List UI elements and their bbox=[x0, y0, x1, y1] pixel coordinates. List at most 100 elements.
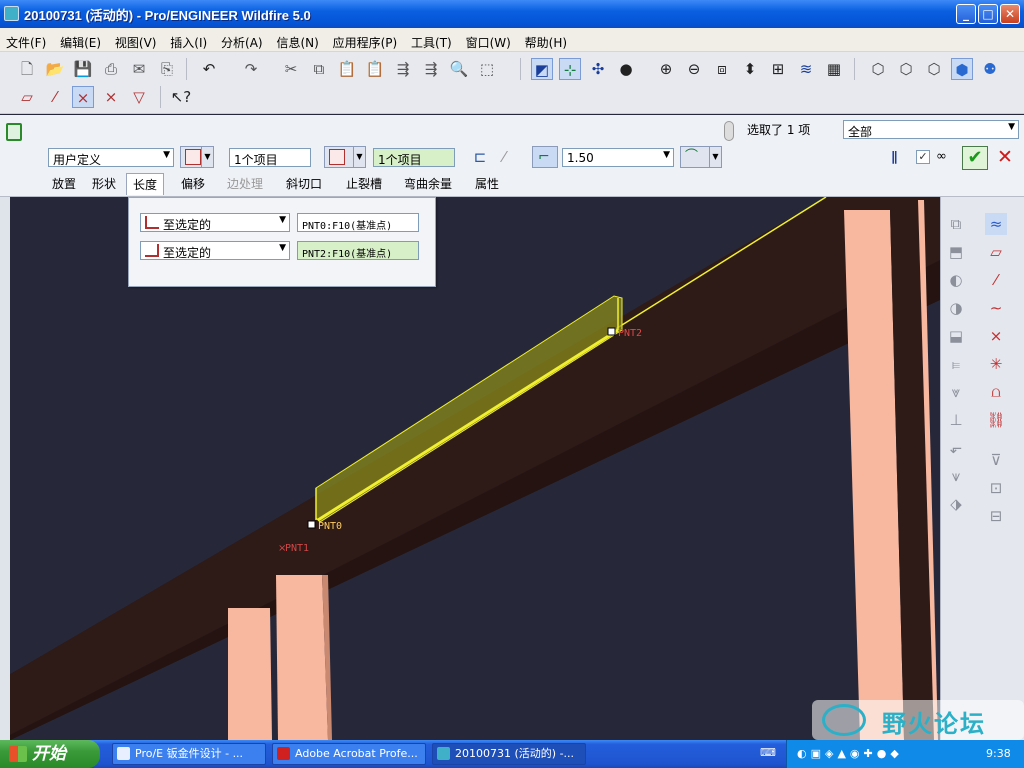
preview-checkbox[interactable]: ✓ bbox=[916, 150, 930, 164]
paste-special-icon[interactable]: 📋 bbox=[364, 58, 386, 80]
menu-view[interactable]: 视图(V) bbox=[109, 28, 161, 51]
side1-items-field[interactable]: 1个项目 bbox=[229, 148, 311, 167]
side1-length-button[interactable]: ▼ bbox=[180, 146, 214, 168]
undo-icon[interactable]: ↶ bbox=[198, 58, 220, 80]
punch-icon[interactable]: ⊡ bbox=[985, 477, 1007, 499]
model-tree-icon[interactable]: ⚉ bbox=[979, 58, 1001, 80]
form-icon[interactable]: ⊟ bbox=[985, 505, 1007, 527]
csys-icon[interactable]: ✳ bbox=[985, 353, 1007, 375]
print-icon[interactable]: ⎙ bbox=[100, 58, 122, 80]
tab-shape[interactable]: 形状 bbox=[86, 173, 122, 193]
corner-relief-icon[interactable]: ⬗ bbox=[945, 493, 967, 515]
cut-icon[interactable]: ✂ bbox=[280, 58, 302, 80]
add-bend-button[interactable]: ⌐ bbox=[532, 146, 558, 168]
task-acrobat[interactable]: Adobe Acrobat Profe... bbox=[272, 743, 426, 765]
save-icon[interactable]: 💾 bbox=[72, 58, 94, 80]
tab-placement[interactable]: 放置 bbox=[46, 173, 82, 193]
extend-icon[interactable]: ⊥ bbox=[945, 409, 967, 431]
analysis-feature-icon[interactable]: ⩍ bbox=[985, 381, 1007, 403]
appearance-icon[interactable]: ● bbox=[615, 58, 637, 80]
copy-icon[interactable]: ⧉ bbox=[308, 58, 330, 80]
bend-radius-select[interactable]: 1.50 ▼ bbox=[562, 148, 674, 167]
datum-axis-icon[interactable]: ⁄ bbox=[985, 269, 1007, 291]
annotation-display-icon[interactable]: ▽ bbox=[128, 86, 150, 108]
sketch-icon[interactable]: ≈ bbox=[985, 213, 1007, 235]
flat-wall-icon[interactable]: ⫢ bbox=[945, 353, 967, 375]
tab-miter-cuts[interactable]: 斜切口 bbox=[280, 173, 328, 193]
tab-relief[interactable]: 止裂槽 bbox=[340, 173, 388, 193]
send-link-icon[interactable]: ⎘ bbox=[156, 58, 178, 80]
tab-properties[interactable]: 属性 bbox=[469, 173, 505, 193]
tab-offset[interactable]: 偏移 bbox=[175, 173, 211, 193]
maximize-button[interactable]: □ bbox=[978, 4, 998, 24]
bend-back-icon[interactable]: ⩛ bbox=[945, 465, 967, 487]
repaint-icon[interactable]: ◩ bbox=[531, 58, 553, 80]
flange-icon[interactable]: ⩔ bbox=[945, 381, 967, 403]
side2-length-type-select[interactable]: 至选定的 ▼ bbox=[140, 241, 290, 260]
saved-views-icon[interactable]: ⊞ bbox=[767, 58, 789, 80]
wireframe-icon[interactable]: ⬡ bbox=[867, 58, 889, 80]
task-proe-doc[interactable]: Pro/E 钣金件设计 - ... bbox=[112, 743, 266, 765]
pnt0-handle[interactable] bbox=[307, 520, 316, 529]
side1-length-type-select[interactable]: 至选定的 ▼ bbox=[140, 213, 290, 232]
filter-select[interactable]: 全部 ▼ bbox=[843, 120, 1019, 139]
verify-glasses-icon[interactable]: ∞ bbox=[936, 149, 947, 164]
paste-icon[interactable]: 📋 bbox=[336, 58, 358, 80]
side1-reference-field[interactable]: PNT0:F10(基准点) bbox=[297, 213, 419, 232]
copy-geom-icon[interactable]: ⛓ bbox=[985, 409, 1007, 431]
csys-display-icon[interactable]: ⨯ bbox=[100, 86, 122, 108]
left-sash[interactable] bbox=[0, 197, 10, 740]
redo-icon[interactable]: ↷ bbox=[240, 58, 262, 80]
extrude-icon[interactable]: ⬒ bbox=[945, 241, 967, 263]
keyboard-icon[interactable]: ⌨ bbox=[760, 746, 776, 760]
new-file-icon[interactable]: 🗋 bbox=[16, 58, 38, 80]
datum-plane-icon[interactable]: ▱ bbox=[985, 241, 1007, 263]
minimize-button[interactable]: _ bbox=[956, 4, 976, 24]
tab-edge-treatment[interactable]: 边处理 bbox=[221, 173, 269, 193]
flip-profile-icon[interactable]: ⊏ bbox=[469, 146, 491, 168]
thickness-flip-icon[interactable]: ⁄ bbox=[493, 146, 515, 168]
zoom-in-icon[interactable]: ⊕ bbox=[655, 58, 677, 80]
tab-bend-allowance[interactable]: 弯曲余量 bbox=[398, 173, 458, 193]
menu-help[interactable]: 帮助(H) bbox=[519, 28, 571, 51]
width-type-select[interactable]: 用户定义 ▼ bbox=[48, 148, 174, 167]
pnt2-handle[interactable] bbox=[607, 327, 616, 336]
menu-edit[interactable]: 编辑(E) bbox=[54, 28, 105, 51]
pause-button[interactable]: ∥ bbox=[891, 151, 905, 165]
send-mail-icon[interactable]: ✉ bbox=[128, 58, 150, 80]
open-file-icon[interactable]: 📂 bbox=[44, 58, 66, 80]
side2-items-field[interactable]: 1个项目 bbox=[373, 148, 455, 167]
refit-icon[interactable]: ⧈ bbox=[711, 58, 733, 80]
datum-plane-display-icon[interactable]: ▱ bbox=[16, 86, 38, 108]
menu-insert[interactable]: 插入(I) bbox=[164, 28, 211, 51]
blend-icon[interactable]: ⬓ bbox=[945, 325, 967, 347]
datum-point-icon[interactable]: ⨯ bbox=[985, 325, 1007, 347]
side2-length-button[interactable]: ▼ bbox=[324, 146, 366, 168]
accept-button[interactable]: ✔ bbox=[962, 146, 988, 170]
hidden-line-icon[interactable]: ⬡ bbox=[895, 58, 917, 80]
menu-info[interactable]: 信息(N) bbox=[270, 28, 322, 51]
cancel-button[interactable]: ✕ bbox=[994, 146, 1016, 170]
context-help-icon[interactable]: ↖? bbox=[170, 86, 192, 108]
shading-icon[interactable]: ⬢ bbox=[951, 58, 973, 80]
zoom-out-icon[interactable]: ⊖ bbox=[683, 58, 705, 80]
side2-reference-field[interactable]: PNT2:F10(基准点) bbox=[297, 241, 419, 260]
menu-tools[interactable]: 工具(T) bbox=[405, 28, 456, 51]
menu-applications[interactable]: 应用程序(P) bbox=[327, 28, 402, 51]
datum-curve-icon[interactable]: ∼ bbox=[985, 297, 1007, 319]
orient-mode-icon[interactable]: ✣ bbox=[587, 58, 609, 80]
radius-side-button[interactable]: ⌒ ▼ bbox=[680, 146, 722, 168]
datum-axis-display-icon[interactable]: ⁄ bbox=[44, 86, 66, 108]
tab-length[interactable]: 长度 bbox=[126, 173, 165, 195]
menu-analysis[interactable]: 分析(A) bbox=[215, 28, 267, 51]
task-proe-active[interactable]: 20100731 (活动的) -... bbox=[432, 743, 586, 765]
cut-feature-icon[interactable]: ⊽ bbox=[985, 449, 1007, 471]
close-button[interactable]: ✕ bbox=[1000, 4, 1020, 24]
datum-point-display-icon[interactable]: ⨯ bbox=[72, 86, 94, 108]
menu-file[interactable]: 文件(F) bbox=[0, 28, 50, 51]
select-box-icon[interactable]: ⬚ bbox=[476, 58, 498, 80]
view-manager-icon[interactable]: ▦ bbox=[823, 58, 845, 80]
spin-center-icon[interactable]: ⊹ bbox=[559, 58, 581, 80]
regen-manager-icon[interactable]: ⇶ bbox=[420, 58, 442, 80]
hole-icon[interactable]: ⧉ bbox=[945, 213, 967, 235]
